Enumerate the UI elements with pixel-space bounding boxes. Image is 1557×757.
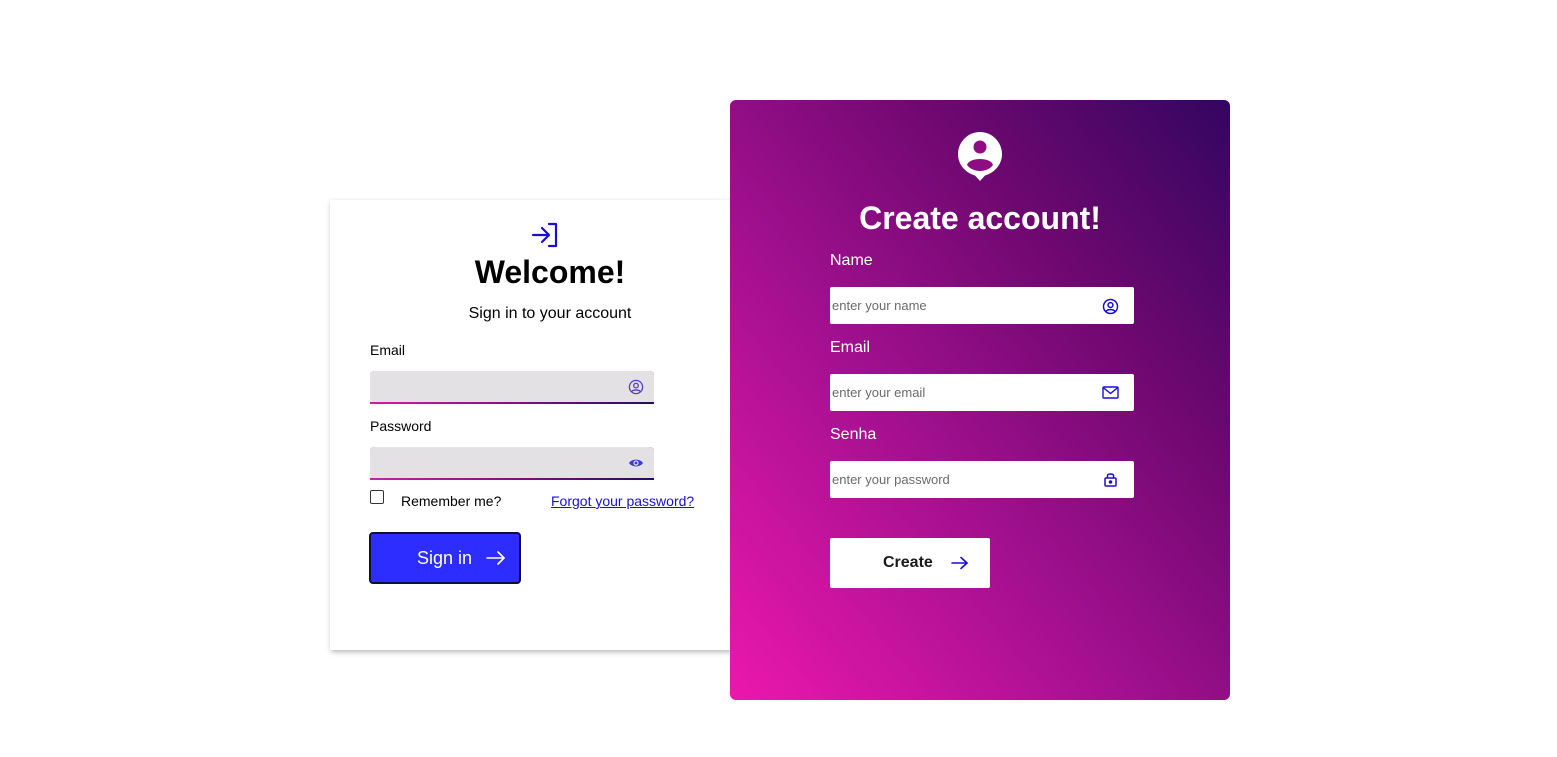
- welcome-title: Welcome!: [474, 254, 626, 290]
- user-circle-icon: [1102, 298, 1119, 315]
- remember-label: Remember me?: [401, 493, 502, 509]
- user-location-icon: [958, 132, 1002, 181]
- user-circle-icon: [628, 379, 644, 395]
- create-account-panel: Create account! Name Email Senha Create: [730, 100, 1230, 700]
- signin-button-label: Sign in: [417, 548, 473, 568]
- email-label: Email: [370, 342, 406, 358]
- arrow-right-icon: [951, 556, 968, 570]
- create-button[interactable]: Create: [830, 538, 990, 588]
- remember-checkbox[interactable]: [370, 490, 384, 504]
- password-input[interactable]: [370, 447, 654, 480]
- signin-button[interactable]: Sign in: [369, 532, 521, 584]
- sign-in-arrow-icon: [531, 222, 558, 248]
- lock-icon: [1104, 473, 1117, 487]
- email-input[interactable]: [830, 374, 1134, 411]
- name-input[interactable]: [830, 287, 1134, 324]
- create-button-label: Create: [883, 554, 933, 571]
- forgot-password-link[interactable]: Forgot your password?: [551, 493, 694, 509]
- name-label: Name: [830, 252, 873, 269]
- signin-card: Welcome! Sign in to your account Email P…: [330, 200, 732, 650]
- email-input[interactable]: [370, 371, 654, 404]
- password-input[interactable]: [830, 461, 1134, 498]
- create-account-title: Create account!: [859, 200, 1101, 236]
- signin-subtitle: Sign in to your account: [468, 305, 632, 322]
- arrow-right-icon: [486, 551, 505, 565]
- envelope-icon: [1102, 386, 1119, 399]
- password-label: Password: [370, 418, 432, 434]
- eye-icon[interactable]: [628, 455, 644, 471]
- email-label: Email: [830, 339, 871, 356]
- password-label: Senha: [830, 426, 877, 443]
